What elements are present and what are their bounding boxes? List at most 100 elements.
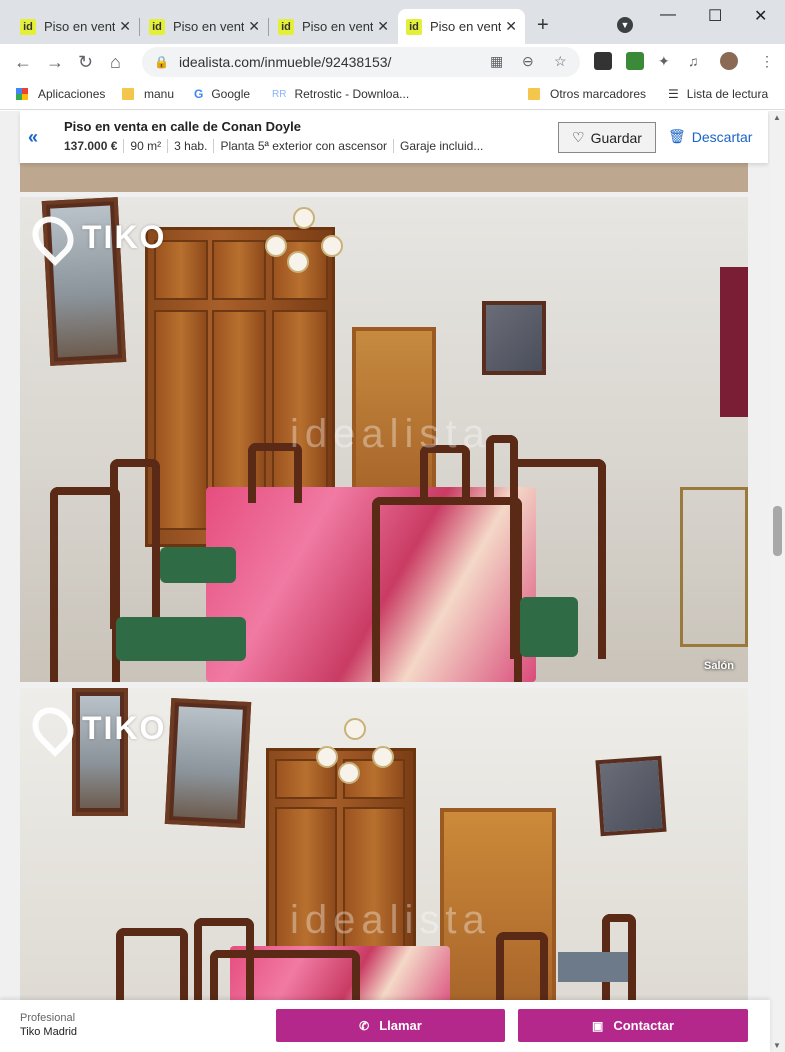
bookmarks-bar: Aplicaciones manu G Google RR Retrostic …	[0, 80, 785, 110]
close-window-icon[interactable]: ✕	[754, 6, 767, 26]
discard-button[interactable]: 🗑 Descartar	[668, 128, 752, 145]
scroll-down-icon[interactable]: ▼	[773, 1041, 781, 1050]
chair-seat	[116, 617, 246, 661]
bookmark-label: manu	[144, 87, 175, 101]
chair-seat	[160, 547, 236, 583]
heart-icon: ♡	[572, 129, 585, 145]
address-bar[interactable]: 🔒 idealista.com/inmueble/92438153/	[142, 47, 580, 77]
wall-mirror	[482, 301, 546, 375]
listing-title: Piso en venta en calle de Conan Doyle	[64, 119, 301, 134]
reading-list-icon: ☰	[668, 87, 679, 101]
google-icon: G	[194, 87, 204, 101]
tiko-pin-icon	[24, 208, 82, 266]
storage-box	[558, 952, 628, 982]
back-chevrons-icon[interactable]: «	[28, 127, 38, 148]
apps-grid-icon	[16, 88, 28, 100]
wall-mirror	[595, 755, 667, 837]
bookmark-label: Retrostic - Downloa...	[294, 87, 410, 101]
extensions-puzzle-icon[interactable]: ✦	[658, 53, 670, 70]
listing-floor: Planta 5ª exterior con ascensor	[213, 139, 393, 153]
contact-label: Contactar	[613, 1018, 675, 1033]
bookmark-item[interactable]: RR Retrostic - Downloa...	[272, 87, 409, 101]
browser-toolbar: ← → ↻ ⌂ 🔒 idealista.com/inmueble/9243815…	[0, 44, 785, 80]
tab-title: Piso en venta	[173, 19, 245, 34]
browser-tab-active[interactable]: id Piso en venta ✕	[398, 9, 525, 44]
listing-sticky-header: « Piso en venta en calle de Conan Doyle …	[20, 111, 768, 163]
browser-tab[interactable]: id Piso en venta ✕	[141, 9, 268, 44]
tab-search-icon[interactable]: ▼	[617, 17, 633, 33]
bookmark-label: Aplicaciones	[38, 87, 106, 101]
photo-gallery-image[interactable]: TIKO idealista Salón	[20, 197, 748, 682]
brand-text: TIKO	[82, 218, 167, 255]
bookmark-star-icon[interactable]: ☆	[554, 53, 567, 70]
scrollbar-thumb[interactable]	[773, 506, 782, 556]
advertiser-name: Tiko Madrid	[20, 1026, 78, 1038]
trash-icon: 🗑	[668, 128, 686, 144]
tab-divider	[139, 18, 140, 36]
call-button[interactable]: ✆ Llamar	[276, 1009, 505, 1042]
bookmark-item[interactable]: Aplicaciones	[16, 87, 105, 101]
bookmark-item[interactable]: G Google	[194, 87, 250, 101]
tab-title: Piso en venta	[302, 19, 374, 34]
idealista-favicon-icon: id	[278, 18, 294, 35]
folder-icon	[122, 88, 134, 100]
idealista-watermark: idealista	[290, 412, 491, 456]
listing-price: 137.000 €	[64, 139, 118, 153]
avatar[interactable]	[720, 52, 738, 70]
forward-icon[interactable]: →	[46, 52, 64, 73]
page-content: TIKO idealista Salón TIKO idealista	[0, 111, 770, 1052]
photo-caption: Salón	[704, 660, 734, 672]
back-icon[interactable]: ←	[14, 52, 32, 73]
close-tab-icon[interactable]: ✕	[119, 18, 131, 35]
save-label: Guardar	[590, 129, 642, 146]
browser-tab[interactable]: id Piso en venta ✕	[270, 9, 397, 44]
tab-strip: id Piso en venta ✕ id Piso en venta ✕ id…	[0, 0, 785, 44]
bookmark-label: Lista de lectura	[686, 87, 769, 101]
tiko-logo: TIKO	[24, 699, 166, 757]
extension-icon[interactable]	[626, 52, 644, 70]
close-tab-icon[interactable]: ✕	[505, 18, 517, 35]
home-icon[interactable]: ⌂	[110, 52, 121, 73]
wall-painting	[164, 697, 252, 829]
tiko-logo: TIKO	[24, 208, 167, 266]
phone-icon: ✆	[359, 1018, 370, 1033]
tab-title: Piso en venta	[430, 19, 502, 34]
contact-bar: Profesional Tiko Madrid ✆ Llamar ▣ Conta…	[0, 1000, 770, 1052]
new-tab-icon[interactable]: +	[537, 14, 549, 37]
bookmark-item[interactable]: ☰ Lista de lectura	[668, 87, 768, 101]
extension-icon[interactable]	[594, 52, 612, 70]
bookmark-item[interactable]: manu	[122, 87, 174, 101]
lock-icon: 🔒	[154, 55, 169, 69]
dining-chair	[372, 497, 522, 682]
bookmark-label: Otros marcadores	[550, 87, 647, 101]
contact-button[interactable]: ▣ Contactar	[518, 1009, 748, 1042]
media-control-icon[interactable]: ♫	[688, 53, 699, 69]
dining-chair	[110, 459, 160, 629]
tab-title: Piso en venta	[44, 19, 116, 34]
scroll-up-icon[interactable]: ▲	[773, 113, 781, 122]
close-tab-icon[interactable]: ✕	[377, 18, 389, 35]
discard-label: Descartar	[691, 128, 753, 145]
call-label: Llamar	[379, 1018, 422, 1033]
serving-cart	[680, 487, 748, 647]
wall-painting	[720, 267, 748, 417]
photo-gallery-image[interactable]: TIKO idealista	[20, 688, 748, 1008]
maximize-icon[interactable]: ☐	[708, 6, 722, 26]
listing-garage: Garaje incluid...	[392, 139, 489, 153]
zoom-icon[interactable]: ⊖	[522, 53, 534, 70]
reload-icon[interactable]: ↻	[78, 52, 93, 73]
tab-divider	[268, 18, 269, 36]
chandelier	[265, 207, 345, 277]
save-button[interactable]: ♡ Guardar	[558, 122, 656, 153]
page-scrollbar[interactable]: ▲ ▼	[770, 111, 785, 1052]
browser-tab[interactable]: id Piso en venta ✕	[12, 9, 139, 44]
bookmark-item[interactable]: Otros marcadores	[528, 87, 646, 101]
chair-seat	[520, 597, 578, 657]
close-tab-icon[interactable]: ✕	[248, 18, 260, 35]
menu-kebab-icon[interactable]: ⋮	[760, 53, 774, 70]
tiko-pin-icon	[24, 699, 82, 757]
idealista-favicon-icon: id	[406, 18, 422, 35]
install-app-icon[interactable]: ▦	[490, 53, 503, 70]
photo-gallery-image[interactable]	[20, 163, 748, 192]
minimize-icon[interactable]: —	[660, 6, 676, 24]
